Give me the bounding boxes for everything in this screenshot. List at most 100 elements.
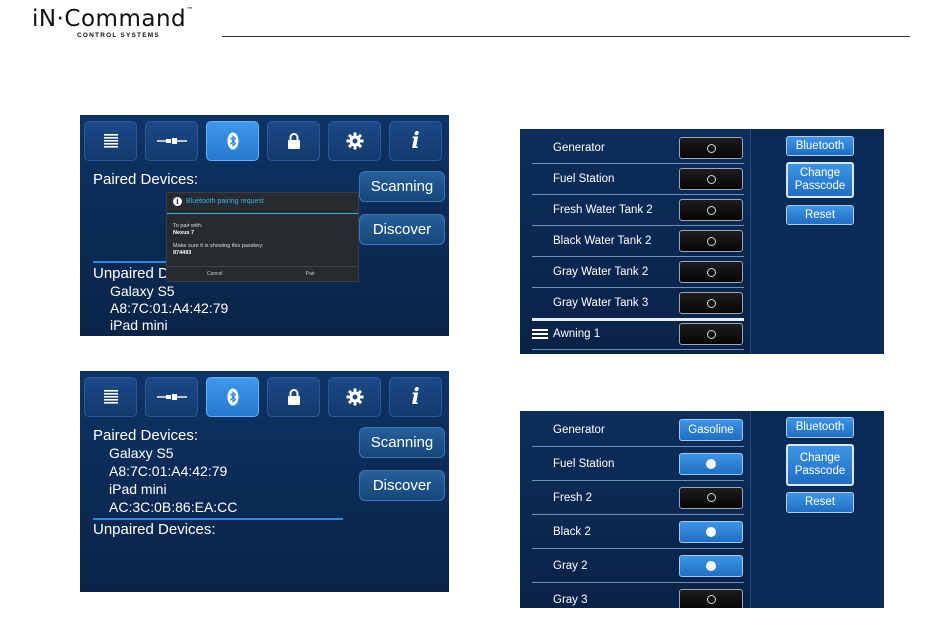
toggle-on[interactable]: [679, 554, 743, 577]
toggle-ring-icon: [706, 595, 716, 604]
row-label: Fuel Station: [553, 173, 615, 185]
tab-bluetooth[interactable]: [206, 377, 259, 417]
toggle-off[interactable]: [679, 292, 743, 314]
reset-button[interactable]: Reset: [786, 205, 854, 225]
list-row[interactable]: Gray Water Tank 3: [532, 288, 744, 321]
dialog-passkey: 974493: [173, 250, 192, 256]
toggle-off[interactable]: [679, 486, 743, 509]
list-row[interactable]: Generator Gasoline: [532, 413, 744, 447]
tab-list[interactable]: [84, 121, 137, 161]
tab-bar: i: [84, 121, 445, 161]
drag-handle-icon[interactable]: [532, 329, 548, 339]
list-row[interactable]: Gray 3: [532, 583, 744, 608]
tab-bar: i: [84, 377, 445, 417]
row-label: Fuel Station: [553, 457, 615, 470]
list-row[interactable]: Gray Water Tank 2: [532, 257, 744, 288]
change-passcode-line2: Passcode: [794, 180, 846, 192]
scanning-button[interactable]: Scanning: [359, 171, 445, 202]
list-icon: [103, 389, 119, 405]
panel-divider: [750, 129, 751, 354]
pair-button[interactable]: Pair: [263, 267, 359, 281]
reset-button[interactable]: Reset: [786, 492, 854, 513]
bluetooth-button[interactable]: Bluetooth: [786, 136, 854, 156]
row-label: Gray Water Tank 2: [553, 266, 649, 278]
toggle-on[interactable]: [679, 452, 743, 475]
dialog-passkey-prompt: Make sure it is showing this passkey:: [173, 243, 264, 249]
tab-lock[interactable]: [267, 121, 320, 161]
unpaired-device-name[interactable]: Galaxy S5: [110, 283, 175, 299]
lock-icon: [287, 132, 301, 150]
list-row[interactable]: Fresh Water Tank 2: [532, 195, 744, 226]
row-label: Black 2: [553, 525, 591, 538]
unpaired-device-name[interactable]: iPad mini: [110, 317, 168, 333]
toggle-ring-icon: [706, 298, 716, 308]
row-label: Gray Water Tank 3: [553, 297, 649, 309]
tab-list[interactable]: [84, 377, 137, 417]
list-icon: [103, 133, 119, 149]
toggle-ring-icon: [706, 329, 716, 339]
discover-button[interactable]: Discover: [359, 470, 445, 501]
gear-icon: [346, 132, 364, 150]
toggle-off[interactable]: [679, 199, 743, 221]
row-label: Fresh 2: [553, 491, 592, 504]
dialog-pair-with-label: To pair with:: [173, 223, 203, 229]
tab-connector[interactable]: [145, 121, 198, 161]
toggle-off[interactable]: [679, 137, 743, 159]
toggle-ring-icon: [706, 174, 716, 184]
settings-screen-names: Generator Fuel Station Fresh Water Tank 2 B…: [520, 129, 884, 354]
toggle-off[interactable]: [679, 168, 743, 190]
unpaired-devices-label: Unpaired Devices:: [93, 521, 216, 538]
value-button[interactable]: Gasoline: [679, 418, 743, 441]
list-row[interactable]: Awning 1: [532, 319, 744, 350]
discover-button[interactable]: Discover: [359, 214, 445, 245]
brand-name: iN·Command: [32, 6, 187, 32]
tab-lock[interactable]: [267, 377, 320, 417]
bluetooth-icon: [227, 388, 239, 406]
toggle-off[interactable]: [679, 261, 743, 283]
list-row[interactable]: Generator: [532, 133, 744, 164]
list-row[interactable]: Fuel Station: [532, 164, 744, 195]
brand-subtitle: CONTROL SYSTEMS: [77, 32, 160, 39]
tab-info[interactable]: i: [389, 377, 442, 417]
connector-icon: [156, 392, 187, 402]
tab-bluetooth[interactable]: [206, 121, 259, 161]
row-label: Generator: [553, 142, 605, 154]
change-passcode-button[interactable]: Change Passcode: [786, 444, 854, 486]
toggle-off[interactable]: [679, 230, 743, 252]
list-row[interactable]: Black 2: [532, 515, 744, 549]
toggle-ring-icon: [706, 143, 716, 153]
row-label: Black Water Tank 2: [553, 235, 652, 247]
paired-device-address: AC:3C:0B:86:EA:CC: [109, 499, 238, 515]
toggle-on[interactable]: [679, 520, 743, 543]
paired-device-name[interactable]: iPad mini: [109, 481, 167, 497]
list-row[interactable]: Fuel Station: [532, 447, 744, 481]
toggle-ring-icon: [706, 205, 716, 215]
tab-gear[interactable]: [328, 377, 381, 417]
row-label: Gray 2: [553, 559, 588, 572]
change-passcode-line2: Passcode: [794, 465, 846, 477]
tab-gear[interactable]: [328, 121, 381, 161]
lock-icon: [287, 388, 301, 406]
tab-connector[interactable]: [145, 377, 198, 417]
toggle-off[interactable]: [679, 323, 743, 345]
toggle-off[interactable]: [679, 588, 743, 608]
list-row[interactable]: Gray 2: [532, 549, 744, 583]
change-passcode-button[interactable]: Change Passcode: [786, 162, 854, 198]
bluetooth-button[interactable]: Bluetooth: [786, 417, 854, 438]
toggle-dot-icon: [706, 560, 716, 571]
brand-logo: iN·Command™ CONTROL SYSTEMS: [32, 6, 194, 39]
row-label: Gray 3: [553, 593, 588, 606]
list-row[interactable]: Black Water Tank 2: [532, 226, 744, 257]
cancel-button[interactable]: Cancel: [167, 267, 263, 281]
toggle-dot-icon: [706, 526, 716, 537]
info-icon: i: [411, 128, 420, 154]
scanning-button[interactable]: Scanning: [359, 427, 445, 458]
dialog-buttons: Cancel Pair: [167, 266, 358, 281]
paired-device-name[interactable]: Galaxy S5: [109, 445, 174, 461]
paired-device-address: A8:7C:01:A4:42:79: [109, 463, 228, 479]
panel-divider: [750, 411, 751, 608]
tab-info[interactable]: i: [389, 121, 442, 161]
toggle-dot-icon: [706, 458, 716, 469]
connector-icon: [156, 136, 187, 146]
list-row[interactable]: Fresh 2: [532, 481, 744, 515]
